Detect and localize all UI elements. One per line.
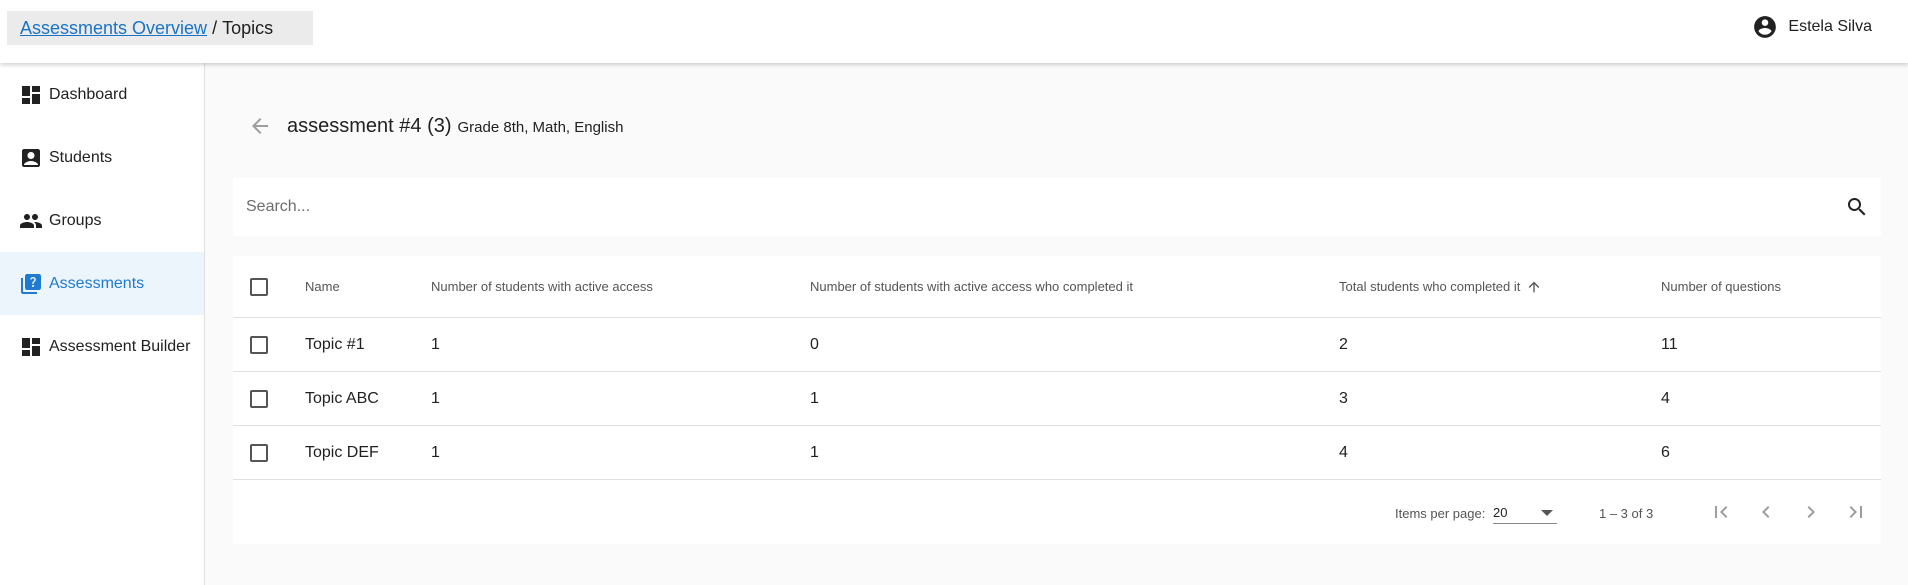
sidebar-item-label: Students <box>49 148 113 166</box>
last-page-icon <box>1849 506 1862 518</box>
cell-active-completed: 1 <box>810 443 819 461</box>
dropdown-arrow-icon <box>1541 510 1553 516</box>
top-bar: Assessments Overview / Topics Estela Sil… <box>0 0 1908 63</box>
sidebar-item-students[interactable]: Students <box>0 126 204 189</box>
cell-name: Topic #1 <box>305 335 365 353</box>
quiz-icon <box>21 273 41 294</box>
table-row[interactable]: Topic DEF 1 1 4 6 <box>233 426 1881 480</box>
table-header-row: Name Number of students with active acce… <box>233 256 1881 318</box>
cell-questions: 4 <box>1661 389 1670 407</box>
main-content: assessment #4 (3) Grade 8th, Math, Engli… <box>205 63 1908 585</box>
chevron-right-icon <box>1807 506 1815 518</box>
cell-total-completed: 4 <box>1339 443 1348 461</box>
page-subtitle: Grade 8th, Math, English <box>457 119 624 136</box>
column-header-label: Total students who completed it <box>1339 279 1521 294</box>
row-checkbox[interactable] <box>250 335 268 354</box>
page-header: assessment #4 (3) Grade 8th, Math, Engli… <box>245 111 623 141</box>
user-name: Estela Silva <box>1788 18 1872 35</box>
sidebar-item-groups[interactable]: Groups <box>0 189 204 252</box>
search-icon[interactable] <box>1845 195 1869 219</box>
page-title: assessment #4 (3) <box>287 114 452 137</box>
items-per-page-select[interactable]: 20 <box>1493 502 1557 524</box>
select-all-checkbox[interactable] <box>250 277 268 296</box>
breadcrumb-link-assessments-overview[interactable]: Assessments Overview <box>20 18 207 39</box>
chevron-left-icon <box>1762 506 1770 518</box>
items-per-page-value: 20 <box>1493 505 1508 520</box>
sidebar-item-assessment-builder[interactable]: Assessment Builder <box>0 315 204 378</box>
row-checkbox[interactable] <box>250 389 268 408</box>
sidebar-item-dashboard[interactable]: Dashboard <box>0 63 204 126</box>
cell-questions: 11 <box>1661 335 1678 353</box>
sidebar: Dashboard Students Groups Assessments As… <box>0 63 205 585</box>
column-header-active-access[interactable]: Number of students with active access <box>431 256 653 317</box>
sidebar-item-label: Groups <box>49 211 102 229</box>
search-input[interactable] <box>246 198 1806 216</box>
search-bar <box>233 178 1881 236</box>
account-circle-icon <box>1754 16 1777 38</box>
cell-active-completed: 0 <box>810 335 819 353</box>
row-checkbox[interactable] <box>250 443 268 462</box>
sidebar-item-label: Dashboard <box>49 85 128 103</box>
column-header-active-completed[interactable]: Number of students with active access wh… <box>810 256 1133 317</box>
cell-name: Topic ABC <box>305 389 379 407</box>
cell-active-access: 1 <box>431 443 440 461</box>
first-page-button[interactable] <box>1707 498 1735 526</box>
sidebar-item-label: Assessments <box>49 274 145 292</box>
next-page-button[interactable] <box>1797 498 1825 526</box>
column-header-name[interactable]: Name <box>305 256 340 317</box>
breadcrumb: Assessments Overview / Topics <box>7 11 313 45</box>
last-page-button[interactable] <box>1842 498 1870 526</box>
sidebar-item-label: Assessment Builder <box>49 337 191 355</box>
items-per-page-label: Items per page: <box>1395 506 1486 521</box>
cell-active-access: 1 <box>431 389 440 407</box>
sidebar-item-assessments[interactable]: Assessments <box>0 252 204 315</box>
topics-table: Name Number of students with active acce… <box>233 256 1881 544</box>
previous-page-button[interactable] <box>1752 498 1780 526</box>
cell-questions: 6 <box>1661 443 1670 461</box>
breadcrumb-separator: / <box>212 17 218 38</box>
cell-total-completed: 3 <box>1339 389 1348 407</box>
cell-total-completed: 2 <box>1339 335 1348 353</box>
first-page-icon <box>1715 506 1728 518</box>
arrow-upward-icon <box>1529 281 1540 292</box>
people-icon <box>20 213 42 228</box>
back-button[interactable] <box>245 111 275 141</box>
user-menu[interactable]: Estela Silva <box>1752 14 1872 40</box>
table-row[interactable]: Topic #1 1 0 2 11 <box>233 318 1881 372</box>
cell-active-completed: 1 <box>810 389 819 407</box>
table-row[interactable]: Topic ABC 1 1 3 4 <box>233 372 1881 426</box>
dashboard-icon <box>22 85 40 104</box>
column-header-questions[interactable]: Number of questions <box>1661 256 1781 317</box>
breadcrumb-current: Topics <box>222 17 274 38</box>
builder-icon <box>22 337 40 356</box>
range-label: 1 – 3 of 3 <box>1599 506 1654 521</box>
student-badge-icon <box>22 148 40 167</box>
column-header-total-completed[interactable]: Total students who completed it <box>1339 256 1542 317</box>
paginator: Items per page: 20 1 – 3 of 3 <box>233 480 1881 544</box>
cell-name: Topic DEF <box>305 443 379 461</box>
cell-active-access: 1 <box>431 335 440 353</box>
arrow-back-icon <box>252 118 268 134</box>
